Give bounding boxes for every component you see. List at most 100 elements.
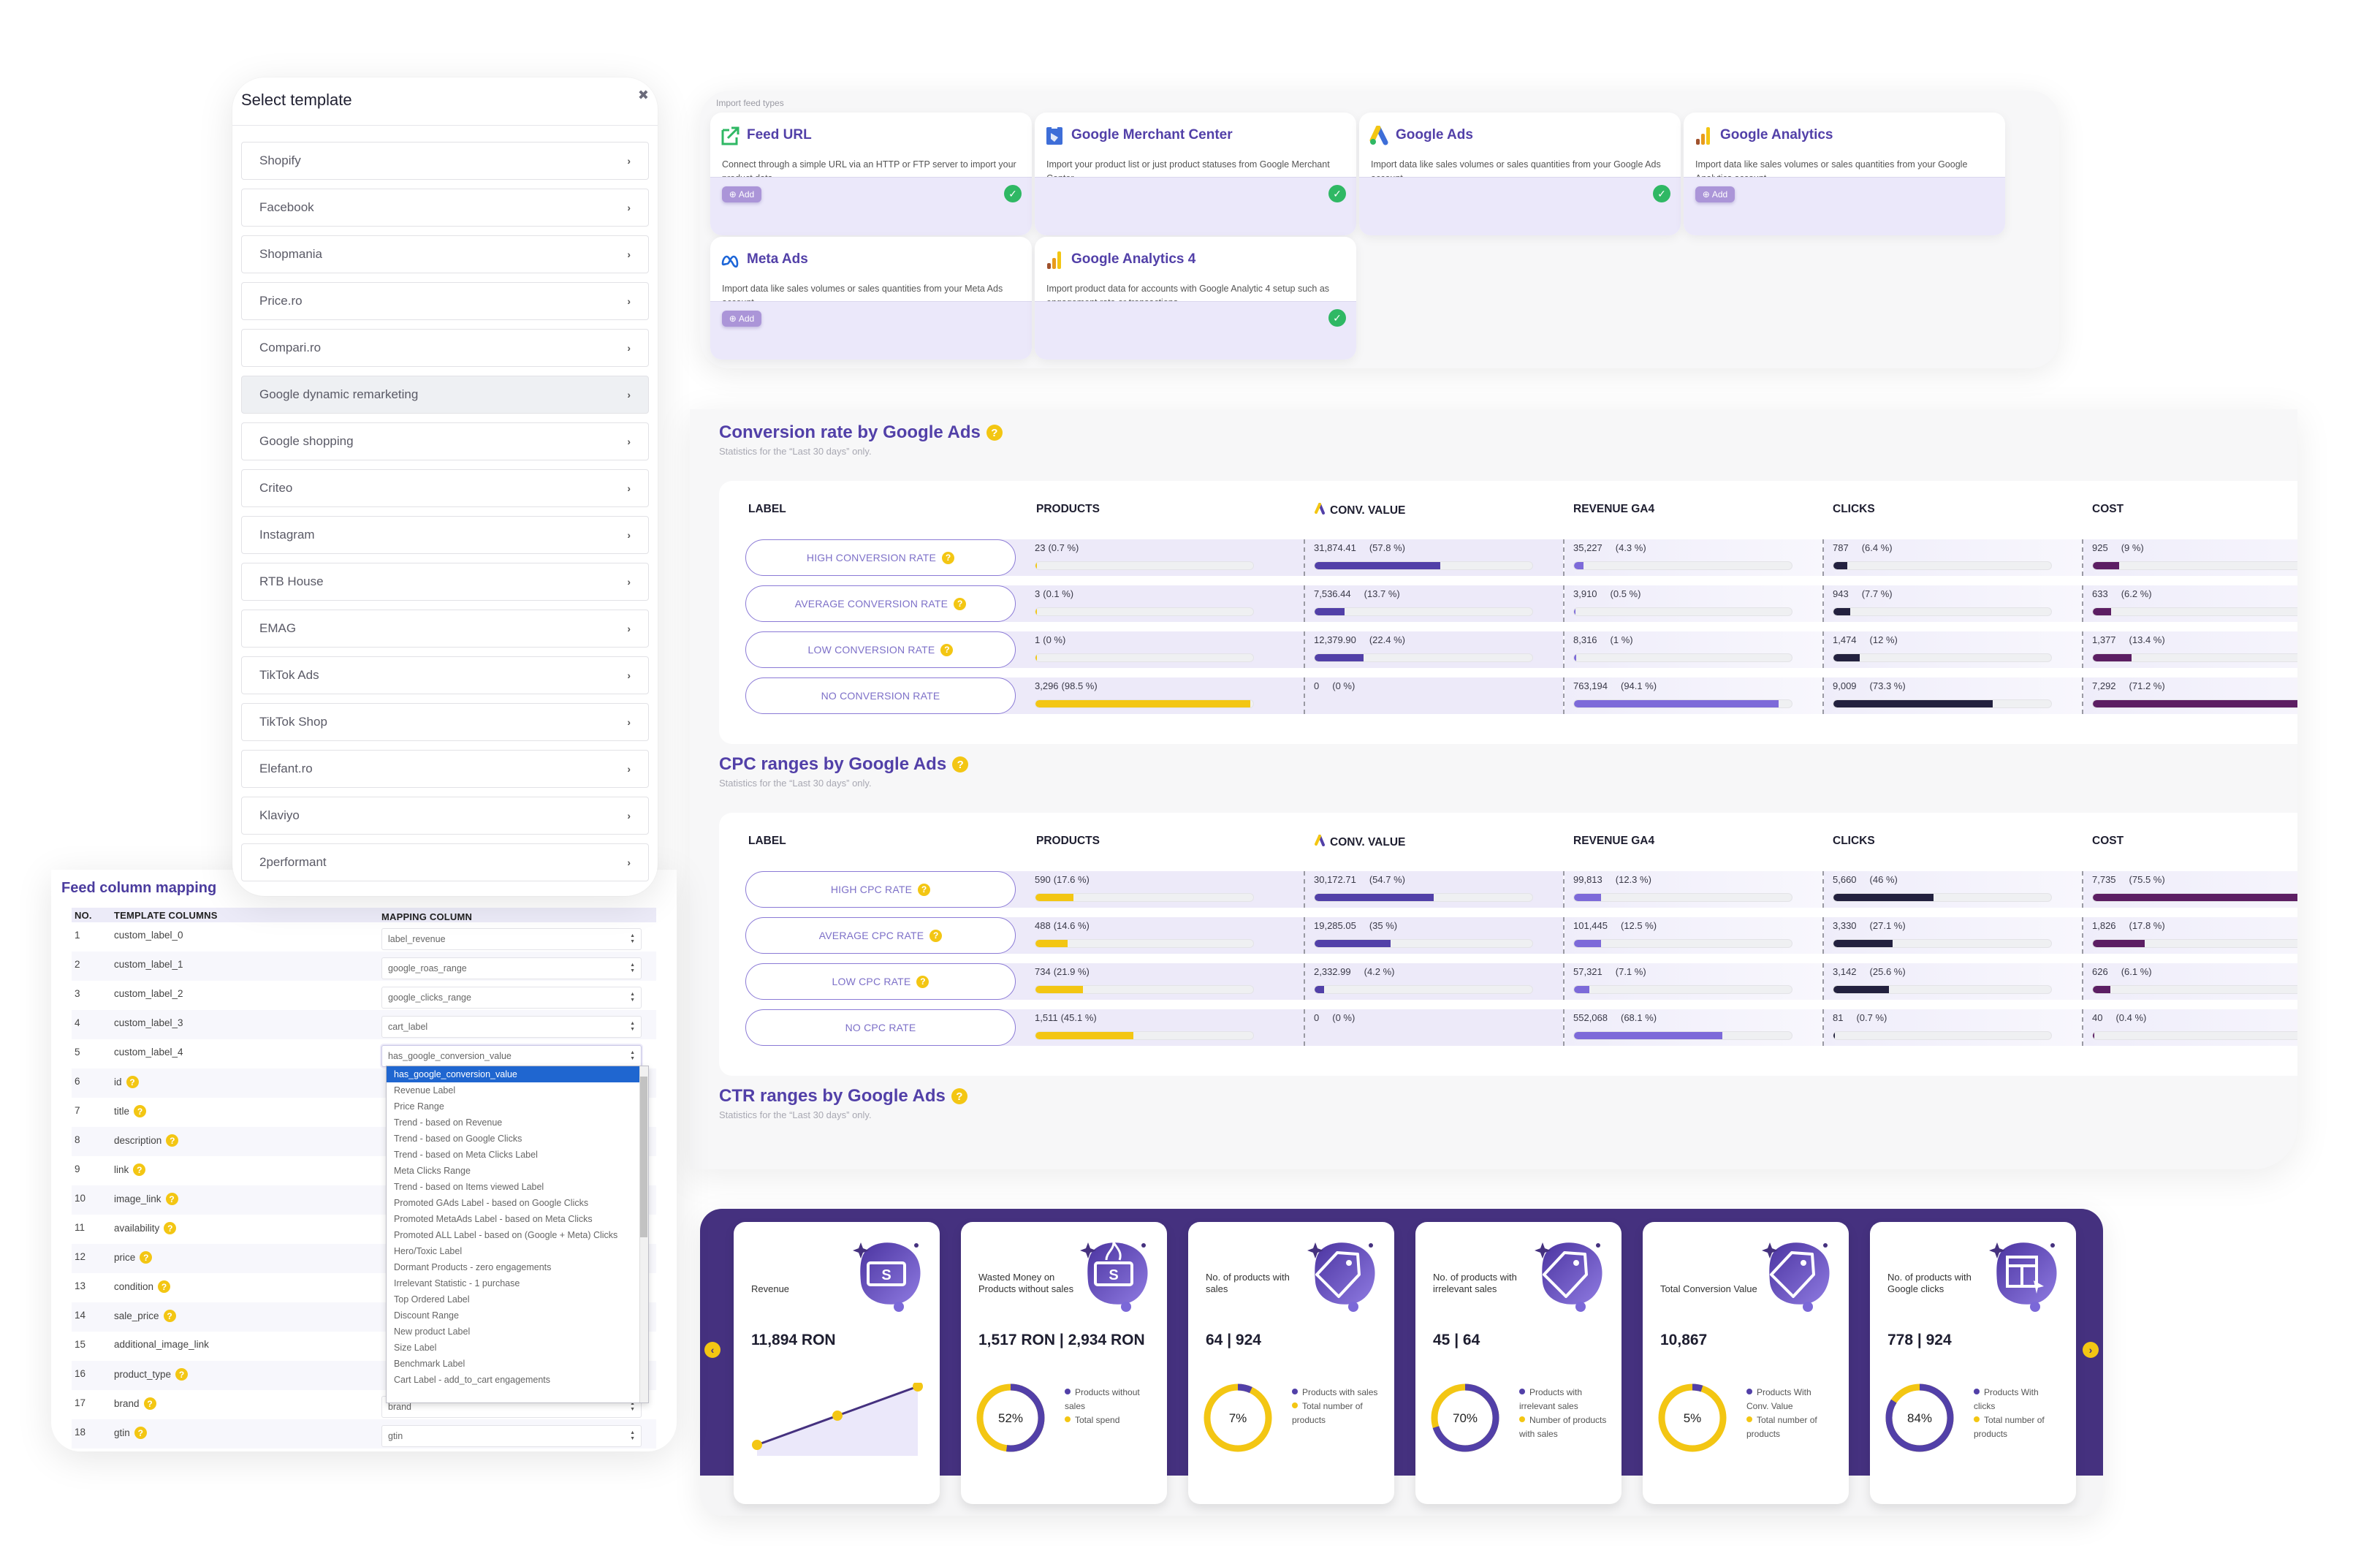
help-icon[interactable]: ? <box>143 1397 156 1410</box>
row-label-pill[interactable]: NO CONVERSION RATE <box>745 677 1016 714</box>
stat-percent: (9 %) <box>2121 542 2144 553</box>
template-item[interactable]: Google shopping › <box>241 422 649 460</box>
dropdown-option[interactable]: Price Range <box>387 1098 648 1115</box>
row-label-pill[interactable]: NO CPC RATE <box>745 1009 1016 1046</box>
help-icon[interactable]: ? <box>158 1280 171 1293</box>
help-icon[interactable]: ? <box>140 1251 153 1264</box>
close-icon[interactable]: ✖ <box>638 88 649 103</box>
row-label-pill[interactable]: LOW CONVERSION RATE? <box>745 631 1016 668</box>
kpi-card[interactable]: S Revenue 11,894 RON <box>734 1222 940 1504</box>
progress-bar <box>1035 607 1254 616</box>
template-item[interactable]: 2performant › <box>241 843 649 881</box>
template-item[interactable]: Instagram › <box>241 516 649 554</box>
feed-type-card[interactable]: Google Analytics Import data like sales v… <box>1684 113 2005 235</box>
help-icon[interactable]: ? <box>954 597 967 610</box>
template-item[interactable]: Compari.ro › <box>241 329 649 367</box>
mapping-select[interactable]: has_google_conversion_value ▲ ▼ <box>381 1045 642 1067</box>
mapping-select[interactable]: label_revenue ▲ ▼ <box>381 928 642 950</box>
help-icon[interactable]: ? <box>918 883 931 896</box>
row-number: 17 <box>75 1397 86 1408</box>
template-item[interactable]: EMAG › <box>241 610 649 648</box>
help-icon[interactable]: ? <box>952 756 969 772</box>
legend-item: Products With clicks <box>1974 1386 2061 1413</box>
dropdown-scrollbar-thumb[interactable] <box>640 1077 647 1237</box>
chevron-left-icon[interactable]: ‹ <box>704 1342 721 1358</box>
mapping-dropdown-list[interactable]: has_google_conversion_value Revenue Label… <box>386 1066 649 1403</box>
row-label-pill[interactable]: HIGH CPC RATE? <box>745 871 1016 908</box>
dropdown-option[interactable]: Trend - based on Google Clicks <box>387 1131 648 1147</box>
template-item[interactable]: RTB House › <box>241 563 649 601</box>
row-label-pill[interactable]: AVERAGE CPC RATE? <box>745 917 1016 954</box>
dropdown-option[interactable]: Revenue Label <box>387 1082 648 1098</box>
dropdown-option[interactable]: Dormant Products - zero engagements <box>387 1259 648 1275</box>
dropdown-option[interactable]: Meta Clicks Range <box>387 1163 648 1179</box>
help-icon[interactable]: ? <box>986 425 1003 441</box>
row-label-pill[interactable]: AVERAGE CONVERSION RATE? <box>745 585 1016 622</box>
template-item[interactable]: Facebook › <box>241 189 649 227</box>
template-item-label: Instagram <box>259 528 315 542</box>
help-icon[interactable]: ? <box>916 975 929 988</box>
template-item[interactable]: Shopmania › <box>241 235 649 273</box>
dropdown-option[interactable]: Cart Label - add_to_cart engagements <box>387 1372 648 1388</box>
add-button[interactable]: ⊕ Add <box>722 311 761 327</box>
kpi-card[interactable]: Total Conversion Value 10,867 5% Products … <box>1643 1222 1849 1504</box>
dropdown-option[interactable]: Trend - based on Items viewed Label <box>387 1179 648 1195</box>
legend-label: Products with irrelevant sales <box>1519 1387 1583 1411</box>
dropdown-option[interactable]: New product Label <box>387 1324 648 1340</box>
mapping-select[interactable]: gtin ▲ ▼ <box>381 1425 642 1447</box>
dropdown-option[interactable]: Top Ordered Label <box>387 1291 648 1307</box>
add-button[interactable]: ⊕ Add <box>722 186 761 202</box>
chevron-right-icon[interactable]: › <box>2083 1342 2099 1358</box>
template-item[interactable]: Criteo › <box>241 469 649 507</box>
kpi-card[interactable]: No. of products with Google clicks 778 | … <box>1870 1222 2076 1504</box>
kpi-card[interactable]: S Wasted Money on Products without sales 1… <box>961 1222 1167 1504</box>
template-item[interactable]: Klaviyo › <box>241 797 649 835</box>
help-icon[interactable]: ? <box>940 643 954 656</box>
kpi-card[interactable]: No. of products with irrelevant sales 45 … <box>1415 1222 1621 1504</box>
dropdown-option[interactable]: Irrelevant Statistic - 1 purchase <box>387 1275 648 1291</box>
mapping-select[interactable]: cart_label ▲ ▼ <box>381 1016 642 1038</box>
dropdown-option[interactable]: Promoted GAds Label - based on Google Cl… <box>387 1195 648 1211</box>
help-icon[interactable]: ? <box>164 1222 177 1234</box>
help-icon[interactable]: ? <box>166 1134 179 1147</box>
template-item[interactable]: Elefant.ro › <box>241 750 649 788</box>
help-icon[interactable]: ? <box>175 1368 189 1381</box>
dropdown-option[interactable]: Size Label <box>387 1340 648 1356</box>
kpi-card[interactable]: No. of products with sales 64 | 924 7% Pro… <box>1188 1222 1394 1504</box>
dropdown-option[interactable]: Discount Range <box>387 1307 648 1324</box>
dropdown-option[interactable]: Trend - based on Revenue <box>387 1115 648 1131</box>
template-item[interactable]: TikTok Shop › <box>241 703 649 741</box>
feed-type-card[interactable]: Feed URL Connect through a simple URL via… <box>710 113 1032 235</box>
feed-type-card[interactable]: Google Ads Import data like sales volumes… <box>1359 113 1681 235</box>
row-label-pill[interactable]: LOW CPC RATE? <box>745 963 1016 1000</box>
help-icon[interactable]: ? <box>133 1163 146 1176</box>
stat-percent: (46 %) <box>1869 874 1898 885</box>
template-item[interactable]: Price.ro › <box>241 282 649 320</box>
dropdown-option[interactable]: Benchmark Label <box>387 1356 648 1372</box>
help-icon[interactable]: ? <box>942 551 955 564</box>
dropdown-option[interactable]: has_google_conversion_value <box>387 1066 639 1082</box>
dropdown-option[interactable]: Promoted MetaAds Label - based on Meta C… <box>387 1211 648 1227</box>
mapping-select[interactable]: google_roas_range ▲ ▼ <box>381 957 642 979</box>
help-icon[interactable]: ? <box>951 1088 967 1104</box>
mapping-select[interactable]: google_clicks_range ▲ ▼ <box>381 987 642 1009</box>
dropdown-option[interactable]: Promoted ALL Label - based on (Google + … <box>387 1227 648 1243</box>
dropdown-option[interactable]: Hero/Toxic Label <box>387 1243 648 1259</box>
feed-type-card[interactable]: Google Analytics 4 Import product data fo… <box>1035 237 1356 360</box>
dropdown-option[interactable]: Trend - based on Meta Clicks Label <box>387 1147 648 1163</box>
help-icon[interactable]: ? <box>929 929 943 942</box>
row-label-pill[interactable]: HIGH CONVERSION RATE? <box>745 539 1016 576</box>
template-item[interactable]: Google dynamic remarketing › <box>241 376 649 414</box>
help-icon[interactable]: ? <box>134 1427 147 1439</box>
help-icon[interactable]: ? <box>165 1193 178 1205</box>
help-icon[interactable]: ? <box>163 1310 176 1322</box>
template-item[interactable]: TikTok Ads › <box>241 656 649 694</box>
template-item[interactable]: Shopify › <box>241 142 649 180</box>
help-icon[interactable]: ? <box>126 1076 139 1088</box>
dropdown-scrollbar[interactable] <box>639 1066 648 1402</box>
add-button[interactable]: ⊕ Add <box>1695 186 1735 202</box>
help-icon[interactable]: ? <box>134 1105 147 1117</box>
row-number: 2 <box>75 959 80 970</box>
feed-type-card[interactable]: Google Merchant Center Import your produc… <box>1035 113 1356 235</box>
feed-type-card[interactable]: Meta Ads Import data like sales volumes o… <box>710 237 1032 360</box>
